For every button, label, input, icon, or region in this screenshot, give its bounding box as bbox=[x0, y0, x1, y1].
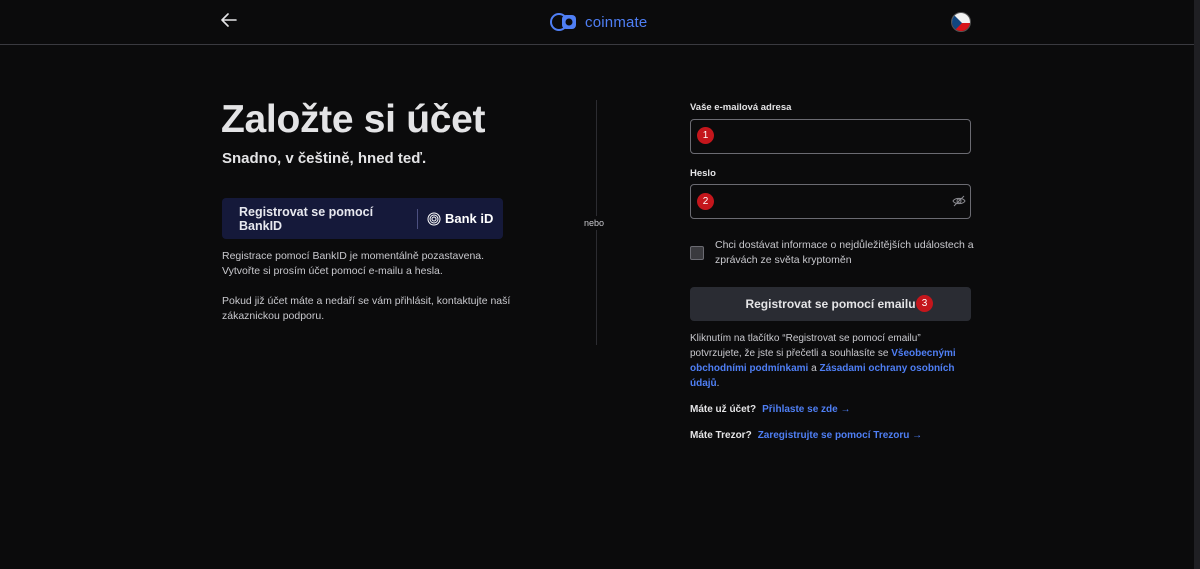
password-label: Heslo bbox=[690, 168, 716, 179]
coinmate-logo[interactable]: coinmate bbox=[549, 11, 647, 33]
fingerprint-icon bbox=[427, 212, 441, 225]
scrollbar[interactable] bbox=[1194, 0, 1200, 569]
consent-text: Kliknutím na tlačítko “Registrovat se po… bbox=[690, 331, 975, 391]
bankid-button-label: Registrovat se pomocí BankID bbox=[239, 204, 374, 233]
bankid-separator bbox=[417, 208, 418, 229]
step-badge-3: 3 bbox=[916, 295, 933, 312]
email-label: Vaše e-mailová adresa bbox=[690, 102, 792, 113]
page-subtitle: Snadno, v češtině, hned teď. bbox=[222, 150, 427, 167]
bankid-paused-note: Registrace pomocí BankID je momentálně p… bbox=[222, 250, 485, 277]
back-button[interactable] bbox=[218, 9, 240, 31]
divider-label: nebo bbox=[584, 216, 605, 230]
consent-prefix: Kliknutím na tlačítko “Registrovat se po… bbox=[690, 333, 921, 359]
trezor-link[interactable]: Zaregistrujte se pomocí Trezoru → bbox=[758, 430, 922, 441]
language-switcher[interactable] bbox=[951, 12, 971, 32]
password-input[interactable] bbox=[691, 185, 970, 218]
coinmate-logo-icon bbox=[550, 13, 576, 31]
consent-middle: a bbox=[808, 363, 820, 374]
consent-suffix: . bbox=[716, 378, 720, 389]
eye-off-icon[interactable] bbox=[952, 194, 966, 208]
email-input[interactable] bbox=[691, 120, 970, 153]
email-field-wrapper bbox=[690, 119, 971, 154]
czech-flag-icon bbox=[952, 13, 970, 31]
login-link[interactable]: Přihlaste se zde → bbox=[762, 404, 850, 415]
top-bar: coinmate bbox=[0, 0, 1194, 45]
login-question: Máte už účet? bbox=[690, 404, 757, 415]
password-field-wrapper bbox=[690, 184, 971, 219]
bankid-register-button[interactable]: Registrovat se pomocí BankID Bank iD bbox=[222, 198, 503, 239]
registration-page: coinmate Založte si účet Snadno, v češti… bbox=[0, 0, 1200, 569]
bankid-logo: Bank iD bbox=[427, 211, 493, 226]
newsletter-label: Chci dostávat informace o nejdůležitější… bbox=[715, 239, 974, 266]
bankid-logo-text: Bank iD bbox=[445, 211, 494, 226]
newsletter-checkbox[interactable] bbox=[690, 246, 704, 260]
login-row: Máte už účet? Přihlaste se zde → bbox=[690, 404, 851, 415]
brand-name: coinmate bbox=[585, 13, 648, 31]
arrow-left-icon bbox=[221, 13, 237, 27]
register-email-button-label: Registrovat se pomocí emailu bbox=[745, 297, 916, 311]
page-title: Založte si účet bbox=[221, 98, 486, 141]
step-badge-1: 1 bbox=[697, 127, 714, 144]
support-note: Pokud již účet máte a nedaří se vám přih… bbox=[222, 295, 511, 322]
trezor-row: Máte Trezor? Zaregistrujte se pomocí Tre… bbox=[690, 430, 922, 441]
trezor-question: Máte Trezor? bbox=[690, 430, 752, 441]
step-badge-2: 2 bbox=[697, 193, 714, 210]
